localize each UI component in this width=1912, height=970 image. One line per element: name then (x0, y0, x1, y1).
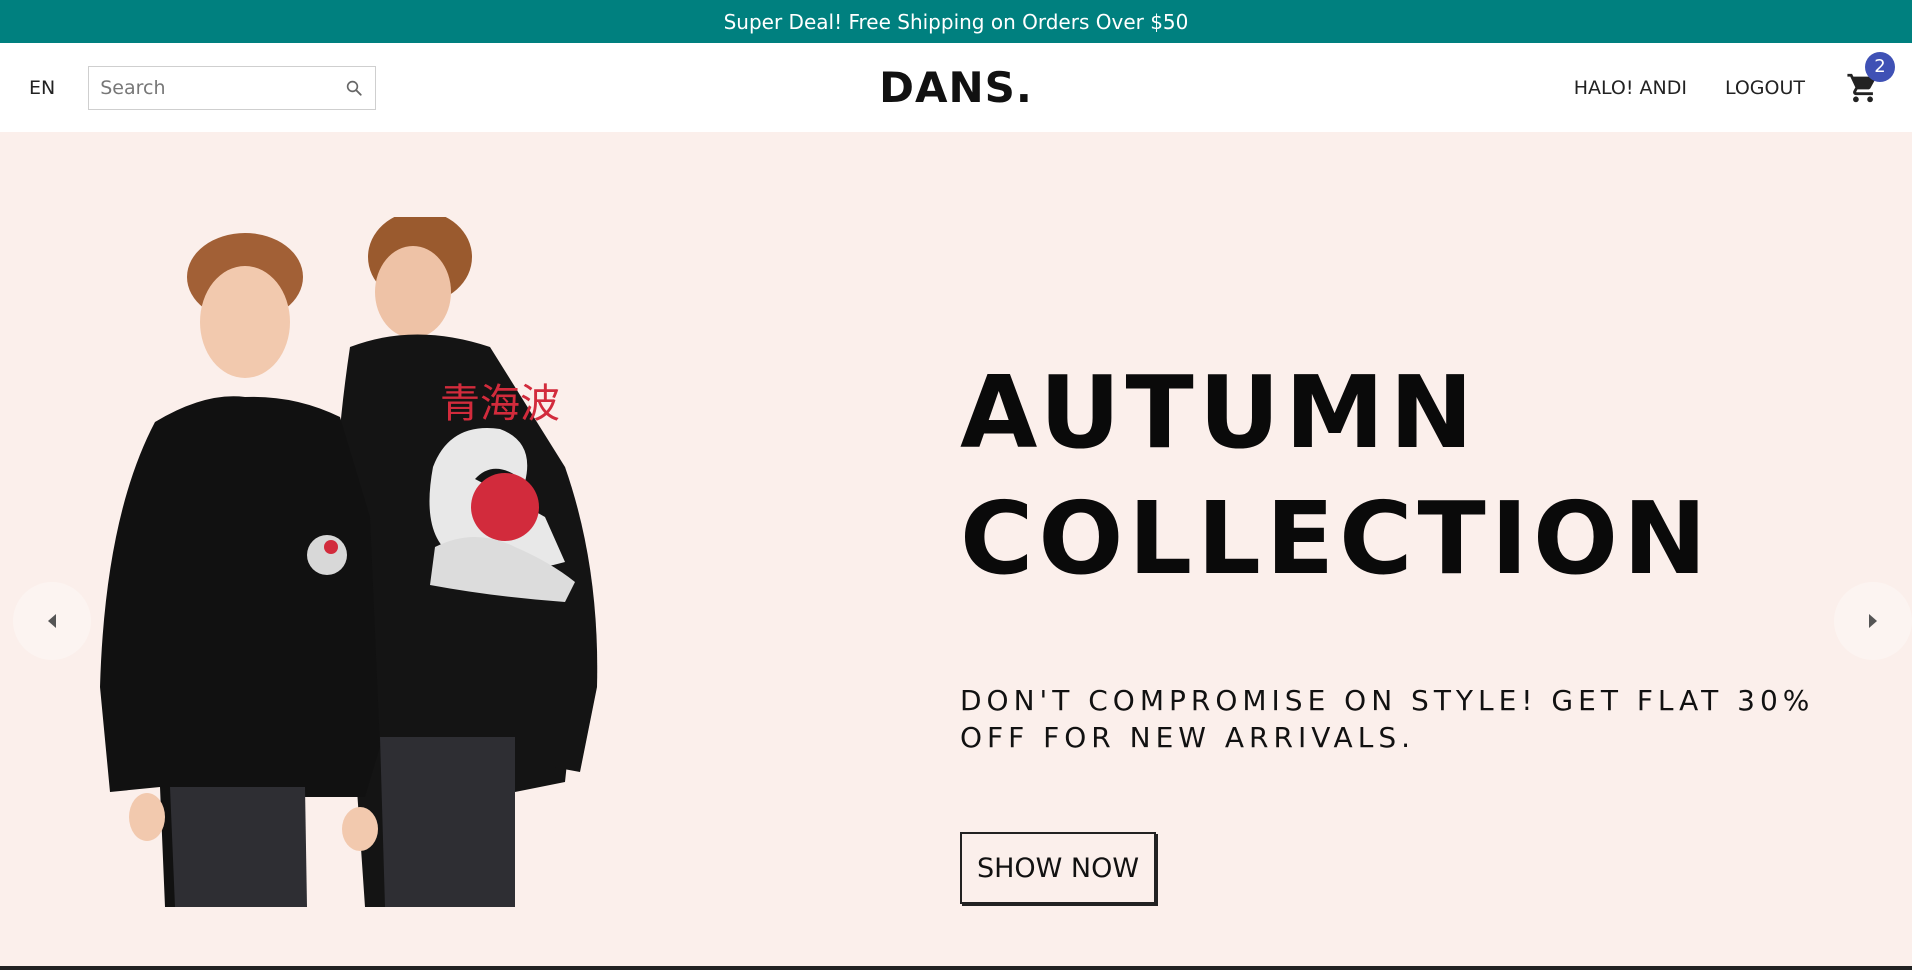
hero-bottom-divider (0, 966, 1912, 970)
hero-text-block: AUTUMN COLLECTION DON'T COMPROMISE ON ST… (960, 350, 1820, 904)
arrow-right-icon (1869, 614, 1877, 628)
announcement-bar: Super Deal! Free Shipping on Orders Over… (0, 0, 1912, 43)
search-box (88, 65, 377, 110)
top-navbar: EN DANS. HALO! ANDI LOGOUT 2 (0, 43, 1912, 132)
hero-title-line1: AUTUMN (960, 354, 1479, 471)
search-icon[interactable] (343, 77, 364, 99)
carousel-next-button[interactable] (1834, 582, 1912, 660)
hero-banner: 青海波 AUTUMN COLLECTION DON'T COMPROMISE O… (0, 132, 1912, 968)
user-greeting[interactable]: HALO! ANDI (1574, 77, 1687, 99)
hero-product-image: 青海波 (100, 217, 598, 907)
hero-title: AUTUMN COLLECTION (960, 350, 1820, 602)
nav-actions: HALO! ANDI LOGOUT 2 (1574, 51, 1895, 108)
carousel-prev-button[interactable] (13, 582, 91, 660)
brand-logo[interactable]: DANS. (879, 63, 1033, 112)
logout-link[interactable]: LOGOUT (1725, 77, 1805, 99)
cart-count-badge: 2 (1865, 51, 1895, 82)
announcement-text: Super Deal! Free Shipping on Orders Over… (723, 9, 1189, 34)
cart-button[interactable]: 2 (1843, 51, 1895, 108)
sweatshirt-print-text: 青海波 (440, 381, 560, 427)
show-now-button[interactable]: SHOW NOW (960, 832, 1156, 904)
hero-subtitle: DON'T COMPROMISE ON STYLE! GET FLAT 30% … (960, 684, 1815, 754)
hero-title-line2: COLLECTION (960, 480, 1712, 597)
language-selector[interactable]: EN (29, 77, 55, 99)
arrow-left-icon (48, 614, 56, 628)
search-input[interactable] (100, 76, 344, 99)
